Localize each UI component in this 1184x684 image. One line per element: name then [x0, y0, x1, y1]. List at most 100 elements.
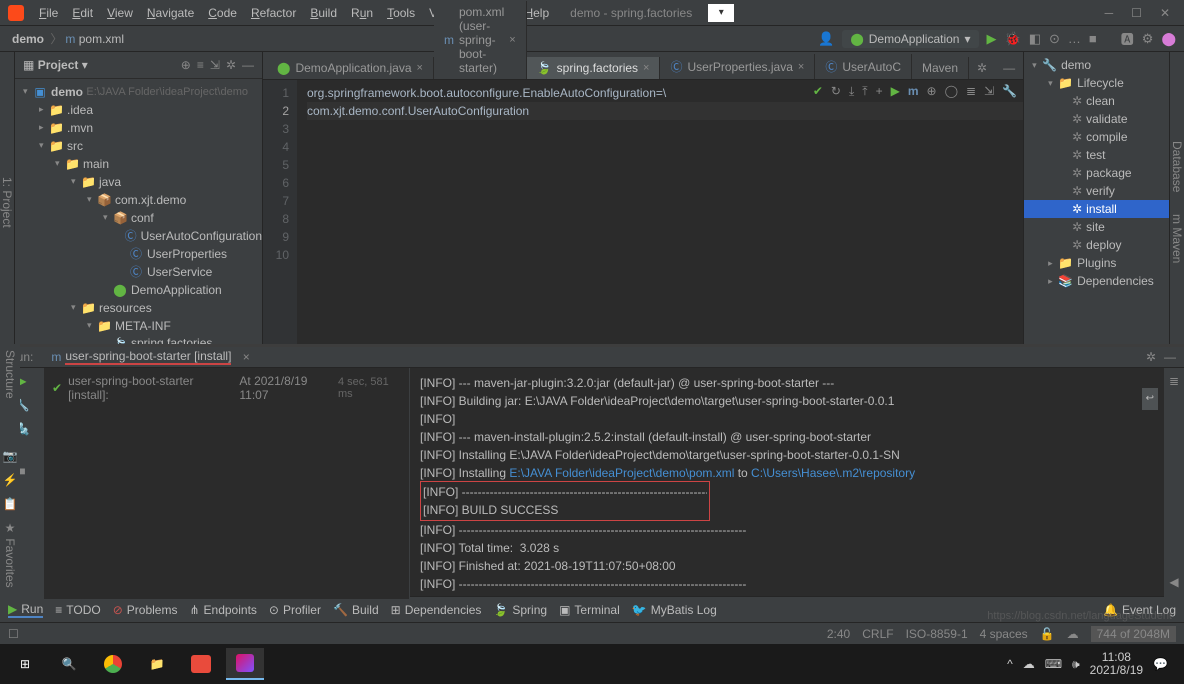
chrome-icon[interactable] — [94, 648, 132, 680]
profile-icon[interactable]: ⊙ — [1049, 31, 1060, 47]
favorites-tab[interactable]: ★ Favorites — [3, 521, 17, 588]
status-indent[interactable]: 4 spaces — [980, 627, 1028, 641]
maven-package[interactable]: ✲package — [1024, 164, 1169, 182]
app-red-icon[interactable] — [182, 648, 220, 680]
intellij-icon[interactable] — [226, 648, 264, 680]
search-icon[interactable]: ⬤ — [1161, 31, 1176, 47]
collapse-icon[interactable]: ⇲ — [210, 58, 220, 72]
circle-icon[interactable]: ◯ — [945, 84, 958, 99]
tab-pomxml[interactable]: mpom.xml (user-spring-boot-starter)× — [434, 1, 527, 79]
inspection-ok-icon[interactable]: ✔ — [813, 84, 823, 99]
tree-main[interactable]: ▾📁main — [15, 155, 262, 173]
search-icon[interactable]: 🔍 — [50, 648, 88, 680]
maximize-icon[interactable]: ☐ — [1131, 6, 1142, 20]
tree-conf[interactable]: ▾📦conf — [15, 209, 262, 227]
menu-tools[interactable]: Tools — [380, 6, 422, 20]
bottom-spring[interactable]: 🍃Spring — [493, 603, 547, 617]
bottom-endpoints[interactable]: ⋔Endpoints — [189, 603, 256, 617]
bottom-mybatis[interactable]: 🐦MyBatis Log — [632, 603, 717, 617]
link-icon[interactable]: ⤒ — [862, 84, 867, 99]
bottom-todo[interactable]: ≡TODO — [55, 603, 100, 617]
run-tab[interactable]: muser-spring-boot-starter [install] × — [43, 347, 257, 367]
list-icon[interactable]: ≣ — [966, 84, 976, 99]
expand-all-icon[interactable]: ≡ — [197, 58, 204, 72]
tab-springfactories[interactable]: 🍃spring.factories× — [527, 57, 661, 79]
tray-volume-icon[interactable]: 🕪 — [1072, 657, 1080, 672]
menu-file[interactable]: File — [32, 6, 65, 20]
status-crlf[interactable]: CRLF — [862, 627, 893, 641]
maven-tool-tab[interactable]: m Maven — [1170, 214, 1184, 263]
project-title[interactable]: Project — [38, 58, 79, 72]
tree-userprops[interactable]: ⒸUserProperties — [15, 245, 262, 263]
run-config-selector[interactable]: ⬤DemoApplication ▾ — [842, 30, 978, 48]
tab-settings-icon[interactable]: ✲ — [969, 57, 995, 79]
maven-plugins[interactable]: ▸📁Plugins — [1024, 254, 1169, 272]
coverage-icon[interactable]: ◧ — [1029, 31, 1041, 47]
scroll-icon[interactable]: ≣ — [1169, 374, 1179, 388]
debug-icon[interactable]: 🐞 — [1005, 31, 1021, 47]
tree-resources[interactable]: ▾📁resources — [15, 299, 262, 317]
menu-run[interactable]: Run — [344, 6, 380, 20]
wrench-icon[interactable]: 🔧 — [1002, 84, 1017, 99]
maven-deps[interactable]: ▸📚Dependencies — [1024, 272, 1169, 290]
tree-java[interactable]: ▾📁java — [15, 173, 262, 191]
menu-edit[interactable]: Edit — [65, 6, 100, 20]
clock[interactable]: 11:082021/8/19 — [1090, 651, 1143, 677]
bottom-deps[interactable]: ⊞Dependencies — [391, 603, 482, 617]
run-icon[interactable]: ▶ — [987, 31, 997, 47]
settings-icon[interactable]: ⚙ — [1142, 31, 1154, 47]
code-editor[interactable]: org.springframework.boot.autoconfigure.E… — [297, 80, 1023, 344]
tab-userautoc[interactable]: ⒸUserAutoC — [815, 54, 912, 79]
tree-package[interactable]: ▾📦com.xjt.demo — [15, 191, 262, 209]
status-toggle-icon[interactable]: ☐ — [8, 627, 19, 641]
tab-userproperties[interactable]: ⒸUserProperties.java× — [660, 54, 815, 79]
maven-validate[interactable]: ✲validate — [1024, 110, 1169, 128]
lock-icon[interactable]: 🔓 — [1040, 627, 1055, 641]
bottom-terminal[interactable]: ▣Terminal — [559, 603, 620, 617]
collapse-icon[interactable]: ⇲ — [984, 84, 994, 99]
tree-mvn[interactable]: ▸📁.mvn — [15, 119, 262, 137]
run-tree-item[interactable]: ✔user-spring-boot-starter [install]: At … — [52, 374, 401, 402]
status-memory[interactable]: 744 of 2048M — [1091, 626, 1176, 642]
tree-userauto[interactable]: ⒸUserAutoConfiguration — [15, 227, 262, 245]
bottom-build[interactable]: 🔨Build — [333, 603, 379, 617]
tray-onedrive-icon[interactable]: ☁ — [1023, 657, 1035, 671]
bottom-problems[interactable]: ⊘Problems — [113, 603, 178, 617]
run-settings-icon[interactable]: ✲ — [1146, 350, 1156, 364]
status-encoding[interactable]: ISO-8859-1 — [906, 627, 968, 641]
maven-clean[interactable]: ✲clean — [1024, 92, 1169, 110]
soft-wrap-icon[interactable]: ↩ — [1142, 388, 1158, 410]
menu-refactor[interactable]: Refactor — [244, 6, 303, 20]
maven-install[interactable]: ✲install — [1024, 200, 1169, 218]
hide-icon[interactable]: — — [242, 58, 254, 72]
run-hide-icon[interactable]: — — [1164, 350, 1176, 364]
download-icon[interactable]: ⤓ — [849, 84, 854, 99]
close-icon[interactable]: ✕ — [1160, 6, 1170, 20]
maven-compile[interactable]: ✲compile — [1024, 128, 1169, 146]
tree-userservice[interactable]: ⒸUserService — [15, 263, 262, 281]
more-icon[interactable]: ■ — [1089, 31, 1097, 46]
play-icon[interactable]: ▶ — [891, 84, 900, 99]
select-open-icon[interactable]: ⊕ — [181, 58, 191, 72]
project-tool-tab[interactable]: 1: Project — [0, 177, 14, 228]
tree-src[interactable]: ▾📁src — [15, 137, 262, 155]
breadcrumb[interactable]: demo 〉m pom.xml — [8, 30, 128, 47]
tree-springfactories[interactable]: 🍃spring.factories — [15, 335, 262, 344]
plus-icon[interactable]: + — [876, 84, 883, 99]
explorer-icon[interactable]: 📁 — [138, 648, 176, 680]
structure-tab[interactable]: Structure — [3, 350, 17, 399]
tray-up-icon[interactable]: ^ — [1007, 657, 1013, 671]
status-pos[interactable]: 2:40 — [827, 627, 850, 641]
maven-site[interactable]: ✲site — [1024, 218, 1169, 236]
bottom-run[interactable]: ▶Run — [8, 602, 43, 618]
menu-navigate[interactable]: Navigate — [140, 6, 201, 20]
start-icon[interactable]: ⊞ — [6, 648, 44, 680]
tab-maven[interactable]: Maven — [912, 57, 969, 79]
menu-view[interactable]: View — [100, 6, 140, 20]
m-icon[interactable]: m — [908, 84, 919, 99]
tree-idea[interactable]: ▸📁.idea — [15, 101, 262, 119]
menu-code[interactable]: Code — [201, 6, 244, 20]
tab-hide-icon[interactable]: — — [995, 57, 1023, 79]
bottom-profiler[interactable]: ⊙Profiler — [269, 603, 321, 617]
collapse-console-icon[interactable]: ◀ — [1169, 575, 1178, 589]
